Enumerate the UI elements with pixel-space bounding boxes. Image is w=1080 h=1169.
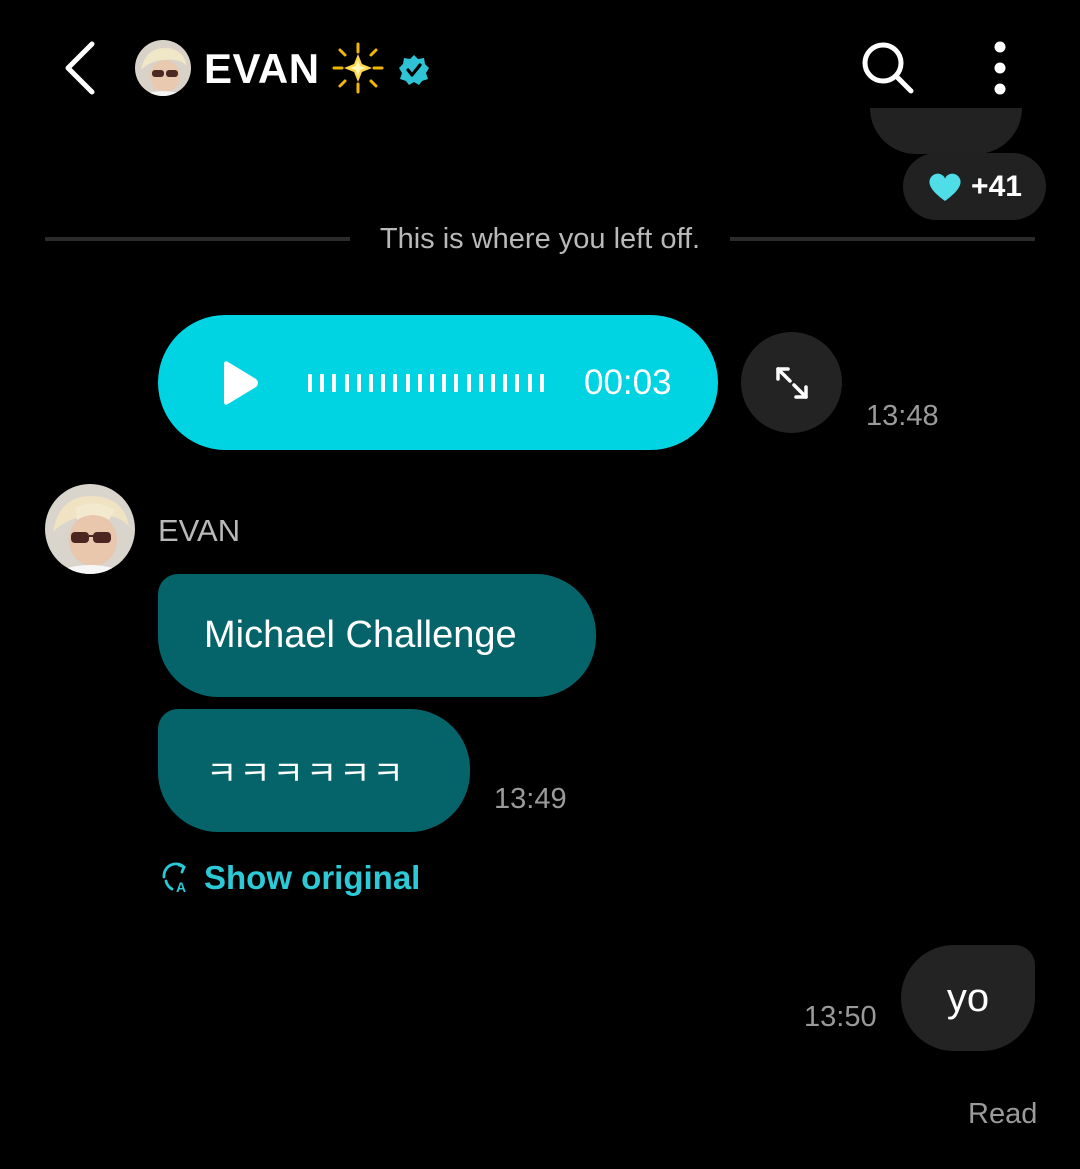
message-bubble-outgoing[interactable]: yo: [901, 945, 1035, 1051]
reaction-pill[interactable]: +41: [903, 153, 1046, 220]
voice-message-time: 13:48: [866, 400, 939, 432]
read-status: Read: [968, 1098, 1038, 1130]
sparkle-star-icon: [330, 42, 386, 94]
divider-line-right: [730, 237, 1035, 241]
search-icon: [862, 42, 914, 94]
waveform-bar: [332, 374, 337, 392]
expand-button[interactable]: [741, 332, 842, 433]
waveform-bar: [539, 374, 544, 392]
waveform-bar: [344, 374, 349, 392]
expand-arrows-icon: [775, 366, 808, 399]
waveform-bar: [454, 374, 459, 392]
back-icon: [65, 41, 95, 95]
waveform-bar: [405, 374, 410, 392]
heart-icon: [929, 173, 961, 201]
waveform-bar: [393, 374, 398, 392]
message-bubble-incoming[interactable]: ㅋㅋㅋㅋㅋㅋ: [158, 709, 470, 832]
waveform-bar: [430, 374, 435, 392]
waveform-bar: [381, 374, 386, 392]
message-text: Michael Challenge: [204, 614, 517, 656]
divider-line-left: [45, 237, 350, 241]
reaction-count: +41: [971, 169, 1022, 203]
message-bubble-incoming[interactable]: Michael Challenge: [158, 574, 596, 697]
waveform-bar: [491, 374, 496, 392]
outgoing-message-time: 13:50: [804, 1001, 877, 1033]
last-read-divider-text: This is where you left off.: [379, 223, 701, 255]
previous-message-bubble[interactable]: [870, 108, 1022, 154]
sender-avatar[interactable]: [45, 484, 135, 574]
search-button[interactable]: [858, 38, 918, 98]
waveform-bar: [308, 374, 312, 392]
waveform-bar: [369, 374, 374, 392]
waveform-bar: [527, 374, 532, 392]
waveform-bar: [417, 374, 422, 392]
sender-name: EVAN: [158, 513, 241, 548]
incoming-message-time: 13:49: [494, 783, 567, 815]
more-vertical-icon: [994, 41, 1006, 95]
more-options-button[interactable]: [980, 38, 1020, 98]
audio-waveform[interactable]: [308, 374, 544, 392]
waveform-bar: [503, 374, 508, 392]
waveform-bar: [515, 374, 520, 392]
back-button[interactable]: [50, 36, 110, 100]
waveform-bar: [442, 374, 447, 392]
play-icon[interactable]: [218, 360, 260, 406]
verified-badge-icon: [398, 54, 430, 86]
waveform-bar: [356, 374, 361, 392]
message-text: yo: [946, 975, 990, 1020]
message-text: ㅋㅋㅋㅋㅋㅋ: [206, 755, 406, 793]
svg-text:A: A: [176, 879, 186, 895]
translate-icon: A: [162, 862, 186, 895]
waveform-bar: [478, 374, 483, 392]
waveform-bar: [466, 374, 471, 392]
contact-name[interactable]: EVAN: [204, 44, 320, 94]
contact-avatar[interactable]: [135, 40, 191, 96]
voice-duration: 00:03: [584, 363, 672, 402]
show-original-label: Show original: [204, 859, 421, 896]
show-original-link[interactable]: A Show original: [160, 857, 420, 899]
waveform-bar: [320, 374, 325, 392]
